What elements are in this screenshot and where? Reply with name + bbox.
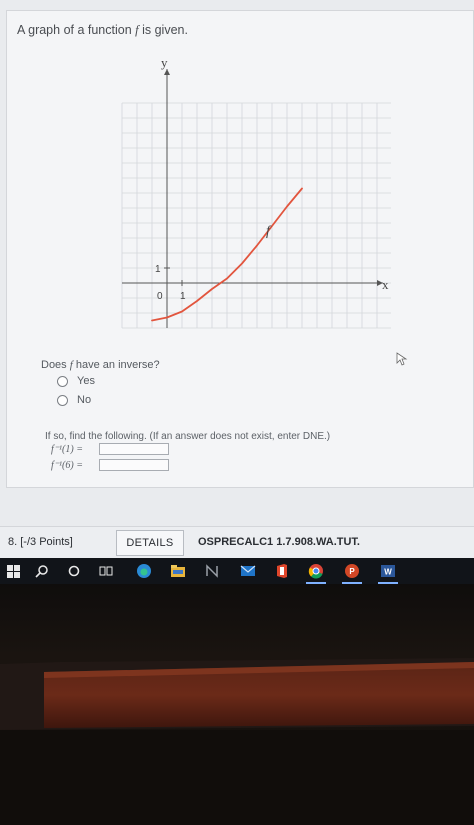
question-title: A graph of a function f is given. [17, 23, 188, 37]
radio-no[interactable] [57, 394, 68, 406]
powerpoint-icon[interactable]: P [342, 561, 362, 584]
graph-axes [122, 69, 383, 328]
chrome-icon[interactable] [306, 561, 326, 584]
question-code: OSPRECALC1 1.7.908.WA.TUT. [198, 536, 360, 548]
x-axis-label: x [382, 277, 389, 292]
instruction-text: If so, find the following. (If an answer… [45, 431, 331, 442]
word-icon[interactable]: W [378, 561, 398, 584]
windows-start-icon[interactable] [3, 561, 23, 581]
browser-viewport: A graph of a function f is given. y x 0 … [0, 0, 474, 558]
question-card: A graph of a function f is given. y x 0 … [6, 10, 474, 488]
y-tick-one-label: 1 [155, 264, 161, 275]
details-button[interactable]: DETAILS [116, 530, 184, 556]
y-axis-label: y [161, 55, 168, 70]
office-icon[interactable] [272, 561, 292, 581]
mail-icon[interactable] [238, 561, 258, 581]
option-yes[interactable]: Yes [57, 375, 95, 387]
monitor-bezel-photo [0, 584, 474, 825]
answer-row-1: f⁻¹(1) = [51, 443, 169, 455]
inverse-question: Does f have an inverse? [41, 359, 160, 371]
question-8-label: 8. [-/3 Points] [8, 536, 73, 548]
edge-icon[interactable] [134, 561, 154, 581]
svg-text:W: W [384, 568, 392, 577]
option-yes-label: Yes [77, 375, 95, 387]
answer-row-2: f⁻¹(6) = [51, 459, 169, 471]
onenote-icon[interactable] [202, 561, 222, 581]
next-question-bar: 8. [-/3 Points] DETAILS OSPRECALC1 1.7.9… [0, 526, 474, 558]
mouse-cursor-icon [396, 352, 408, 366]
cortana-icon[interactable] [64, 561, 84, 581]
answer-2-input[interactable] [99, 459, 169, 471]
search-icon[interactable] [32, 561, 52, 581]
function-graph: y x 0 1 1 f [121, 55, 391, 329]
file-explorer-icon[interactable] [168, 561, 188, 581]
option-no[interactable]: No [57, 394, 91, 406]
answer-1-input[interactable] [99, 443, 169, 455]
origin-label: 0 [157, 291, 163, 302]
x-tick-one-label: 1 [180, 291, 186, 302]
answer-1-label: f⁻¹(1) = [51, 443, 83, 455]
svg-text:P: P [349, 567, 355, 576]
windows-taskbar: P W [0, 558, 474, 584]
option-no-label: No [77, 394, 92, 406]
answer-2-label: f⁻¹(6) = [51, 459, 83, 471]
task-view-icon[interactable] [96, 561, 116, 581]
radio-yes[interactable] [57, 375, 68, 387]
